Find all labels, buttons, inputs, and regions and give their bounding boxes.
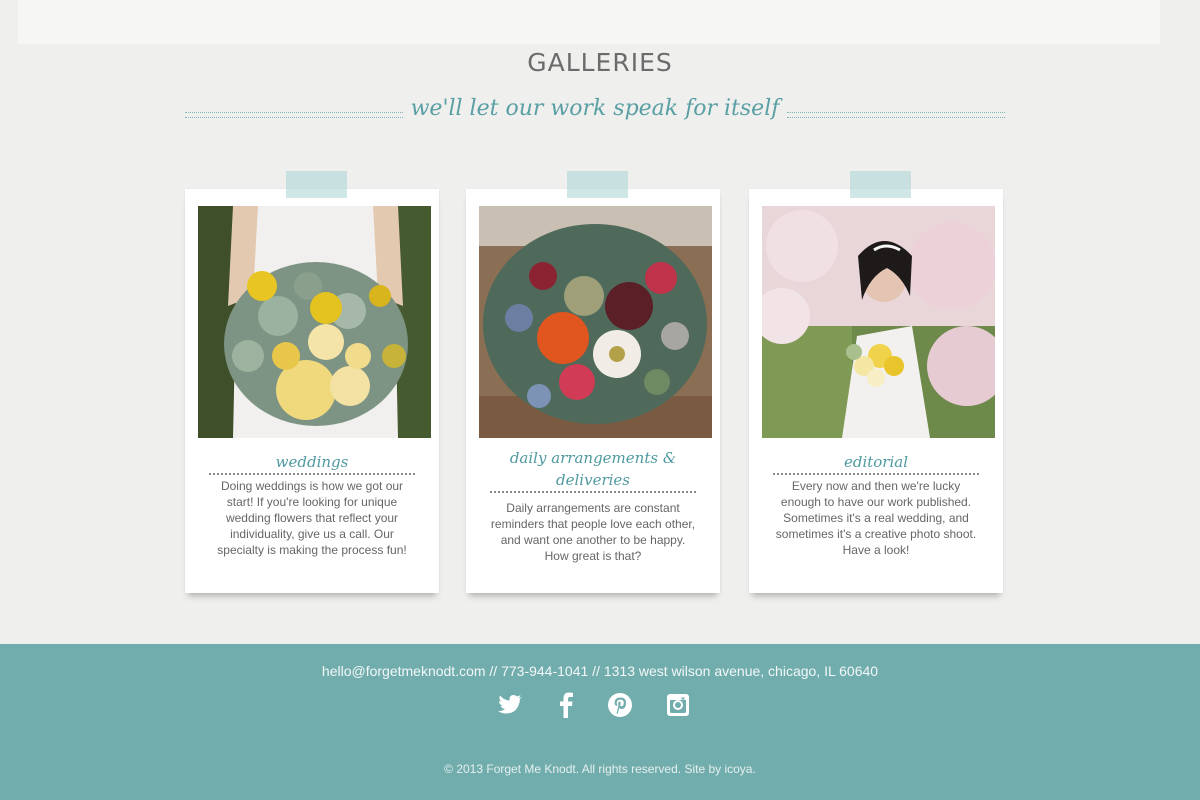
tape-decoration bbox=[850, 171, 911, 198]
gallery-title-editorial[interactable]: editorial bbox=[769, 451, 983, 477]
gallery-card-daily-arrangements[interactable]: daily arrangements & deliveries Daily ar… bbox=[466, 171, 720, 593]
title-underline bbox=[773, 473, 979, 477]
page-title: GALLERIES bbox=[527, 48, 673, 77]
gallery-title-line: daily arrangements & bbox=[509, 449, 677, 467]
title-underline bbox=[490, 491, 696, 495]
tagline-divider-left bbox=[185, 112, 403, 118]
facebook-icon[interactable] bbox=[552, 692, 580, 718]
footer: hello@forgetmeknodt.com // 773-944-1041 … bbox=[0, 644, 1200, 800]
pinterest-icon[interactable] bbox=[606, 692, 634, 718]
title-underline bbox=[209, 473, 415, 477]
weddings-photo[interactable] bbox=[198, 206, 431, 438]
gallery-title-daily-arrangements[interactable]: daily arrangements & deliveries bbox=[486, 447, 700, 495]
gallery-description-daily-arrangements: Daily arrangements are constant reminder… bbox=[490, 501, 696, 563]
gallery-card-weddings[interactable]: weddings Doing weddings is how we got ou… bbox=[185, 171, 439, 593]
top-bar bbox=[18, 0, 1160, 44]
tape-decoration bbox=[567, 171, 628, 198]
gallery-title-line: weddings bbox=[275, 453, 349, 471]
daily-arrangements-photo[interactable] bbox=[479, 206, 712, 438]
footer-contact: hello@forgetmeknodt.com // 773-944-1041 … bbox=[0, 663, 1200, 679]
separator: // bbox=[592, 663, 600, 679]
separator: // bbox=[489, 663, 498, 679]
instagram-icon[interactable] bbox=[664, 692, 692, 718]
tape-decoration bbox=[286, 171, 347, 198]
email-link[interactable]: hello@forgetmeknodt.com bbox=[322, 663, 486, 679]
gallery-description-weddings: Doing weddings is how we got our start! … bbox=[217, 479, 407, 557]
tagline: we'll let our work speak for itself bbox=[410, 96, 780, 121]
tagline-divider-right bbox=[787, 112, 1005, 118]
phone-link[interactable]: 773-944-1041 bbox=[501, 663, 588, 679]
copyright-text: © 2013 Forget Me Knodt. All rights reser… bbox=[444, 762, 756, 776]
tagline-row: we'll let our work speak for itself bbox=[185, 96, 1005, 132]
gallery-title-line: editorial bbox=[843, 453, 909, 471]
gallery-description-editorial: Every now and then we're lucky enough to… bbox=[775, 479, 977, 557]
gallery-title-line: deliveries bbox=[556, 471, 630, 489]
gallery-title-weddings[interactable]: weddings bbox=[205, 451, 419, 477]
gallery-card-editorial[interactable]: editorial Every now and then we're lucky… bbox=[749, 171, 1003, 593]
twitter-icon[interactable] bbox=[496, 692, 524, 718]
editorial-photo[interactable] bbox=[762, 206, 995, 438]
address: 1313 west wilson avenue, chicago, IL 606… bbox=[603, 663, 879, 679]
social-links bbox=[496, 692, 696, 718]
